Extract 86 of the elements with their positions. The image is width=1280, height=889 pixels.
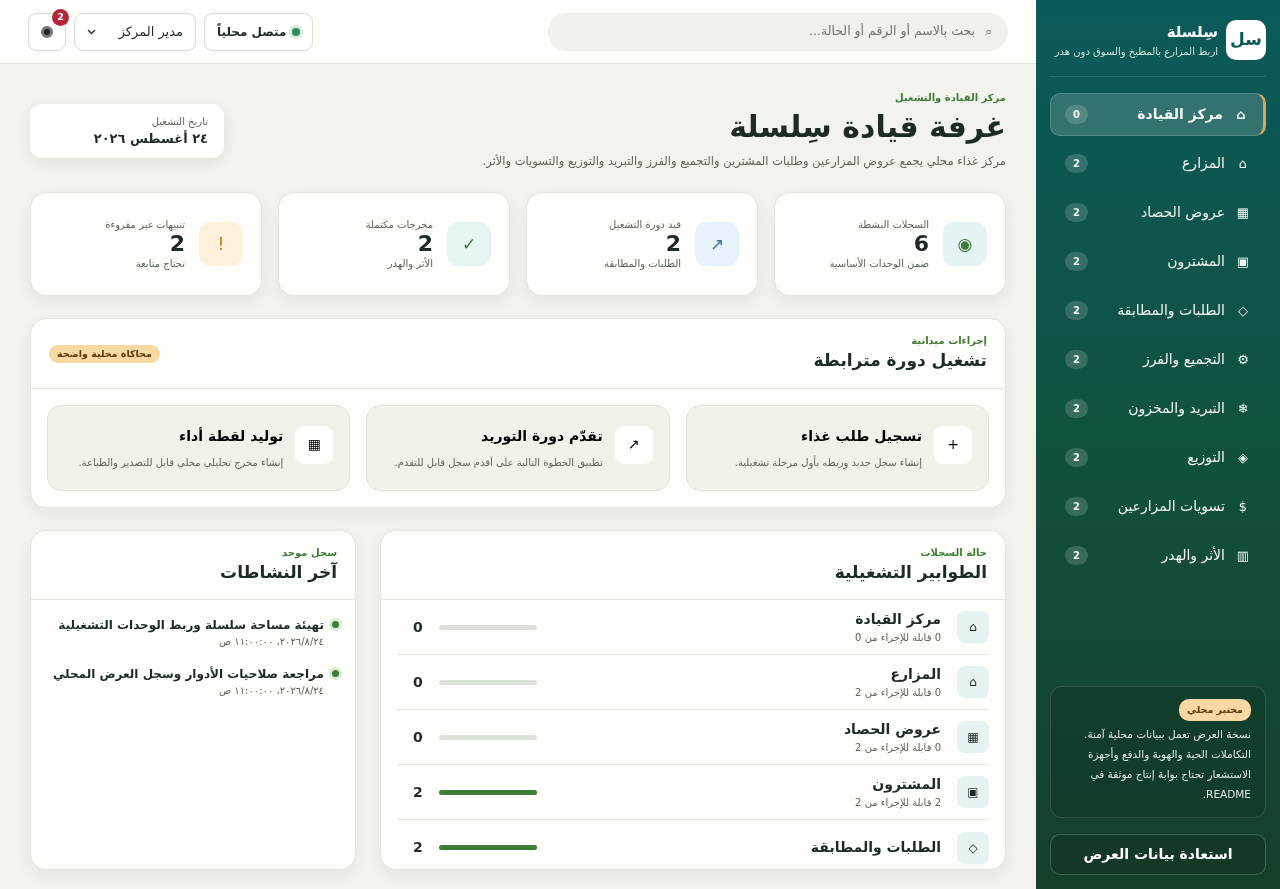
count-badge: 2: [1065, 399, 1088, 418]
queue-title: المشترون: [871, 775, 941, 795]
queue-caption: 0 قابلة للإجراء من 2: [854, 686, 941, 701]
date-label: تاريخ التشغيل: [150, 114, 208, 129]
timeline-dot: [332, 621, 339, 629]
queue-icon: ▣: [957, 776, 989, 809]
action-text: إنشاء سجل جديد وربطه بأول مرحلة تشغيلية.: [734, 454, 922, 470]
lab-badge: مختبر محلي: [1179, 699, 1251, 722]
action-text: إنشاء مخرج تحليلي محلي قابل للتصدير والطباعة.: [78, 455, 284, 470]
stat-caption: الأثر والهدر: [386, 256, 433, 272]
brand-name: سِلسلة: [1165, 22, 1218, 44]
count-badge: 2: [1065, 350, 1088, 369]
queue-icon: ⌂: [957, 611, 989, 644]
stat-caption: ضمن الوحدات الأساسية: [829, 256, 929, 272]
queue-icon: ⌂: [957, 666, 989, 699]
tagline: اربط المزارع بالمطبخ والسوق دون هدر: [1054, 44, 1218, 59]
queue-title: مركز القيادة: [854, 610, 941, 630]
stat-icon: ◉: [943, 222, 987, 267]
action-text: تطبيق الخطوة التالية على أقدم سجل قابل للتقدم.: [394, 455, 603, 470]
caret-icon: [87, 28, 96, 35]
panel-title: الطوابير التشغيلية: [833, 560, 987, 585]
eyebrow: إجراءات ميدانية: [910, 334, 987, 349]
stat-value: 6: [912, 232, 929, 257]
action-card[interactable]: ↗ تقدّم دورة التوريد تطبيق الخطوة التالية على أقدم سجل قابل للتقدم.: [366, 404, 670, 491]
count-badge: 2: [1065, 301, 1088, 320]
search-icon: ⌕: [985, 21, 992, 42]
notification-button[interactable]: 2: [28, 12, 66, 51]
queue-caption: 0 قابلة للإجراء من 0: [854, 631, 941, 646]
search-field[interactable]: ⌕ بحث بالاسم أو الرقم أو الحالة...: [548, 12, 1008, 51]
queue-icon: ▦: [957, 721, 989, 754]
queue-count: 0: [413, 617, 423, 637]
notification-count: 2: [52, 8, 69, 26]
search-input[interactable]: بحث بالاسم أو الرقم أو الحالة...: [564, 21, 977, 42]
restore-button[interactable]: استعادة بيانات العرض: [1050, 834, 1266, 875]
stat-label: مخرجات مكتملة: [365, 218, 433, 233]
queue-title: الطلبات والمطابقة: [809, 838, 941, 858]
action-title: تقدّم دورة التوريد: [480, 426, 603, 447]
stat-value: 2: [168, 232, 185, 257]
stat-icon: ✓: [447, 222, 491, 267]
queue-caption: 2 قابلة للإجراء من 2: [854, 796, 941, 811]
panel-title: تشغيل دورة مترابطة: [813, 349, 987, 373]
simulation-badge: محاكاة محلية واضحة: [49, 344, 160, 363]
activity-text: مراجعة صلاحيات الأدوار وسجل العرض المحلي: [52, 665, 324, 684]
info-text: نسخة العرض تعمل ببيانات محلية آمنة. التكاملات الحية والهوية والدفع وأجهزة الاستشعار تحتاج بوابة إنتاج موثقة في README.: [1083, 727, 1251, 803]
stat-icon: !: [199, 222, 243, 267]
queue-count: 0: [413, 727, 423, 747]
count-badge: 2: [1065, 252, 1088, 271]
activity-text: تهيئة مساحة سلسلة وربط الوحدات التشغيلية: [58, 617, 324, 635]
queue-title: المزارع: [889, 665, 941, 685]
stat-caption: الطلبات والمطابقة: [604, 257, 681, 272]
count-badge: 2: [1065, 497, 1088, 516]
stat-label: تنبيهات غير مقروءة: [105, 218, 185, 233]
count-badge: 0: [1065, 105, 1088, 124]
queue-count: 2: [413, 838, 423, 858]
queue-count: 2: [413, 782, 423, 802]
eyebrow: سجل موحد: [281, 545, 337, 560]
activity-time: ٢٠٢٦/٨/٢٤، ١١:٠٠:٠٠ ص: [218, 635, 324, 650]
queue-caption: 0 قابلة للإجراء من 2: [854, 741, 941, 756]
action-title: تسجيل طلب غذاء: [800, 426, 922, 446]
eyebrow: حالة السجلات: [919, 545, 987, 560]
eyebrow: مركز القيادة والتشغيل: [894, 91, 1006, 105]
page-subtitle: مركز غذاء محلي يجمع عروض المزارعين وطلبات المشترين والتجميع والفرز والتبريد والتوزيع والتسويات والأثر.: [482, 153, 1006, 171]
queue-count: 0: [413, 672, 423, 692]
role-select[interactable]: مدير المركز: [74, 12, 196, 51]
queue-title: عروض الحصاد: [842, 720, 941, 740]
queue-icon: ◇: [957, 831, 989, 864]
logo: سل: [1226, 20, 1266, 60]
stat-icon: ↗: [695, 222, 739, 267]
stat-caption: تحتاج متابعة: [134, 257, 185, 272]
stat-value: 2: [664, 232, 681, 257]
stat-label: قيد دورة التشغيل: [608, 218, 681, 233]
timeline-dot: [332, 670, 339, 678]
panel-title: آخر النشاطات: [219, 560, 337, 585]
activity-time: ٢٠٢٦/٨/٢٤، ١١:٠٠:٠٠ ص: [218, 684, 324, 699]
action-card[interactable]: + تسجيل طلب غذاء إنشاء سجل جديد وربطه بأول مرحلة تشغيلية.: [685, 404, 989, 491]
action-title: توليد لقطة أداء: [178, 426, 284, 447]
status-chip: متصل محلياً: [204, 12, 314, 51]
count-badge: 2: [1065, 448, 1088, 467]
page-title: غرفة قيادة سِلسلة: [728, 109, 1006, 145]
count-badge: 2: [1065, 546, 1088, 565]
count-badge: 2: [1065, 154, 1088, 173]
stat-value: 2: [416, 232, 433, 257]
count-badge: 2: [1065, 203, 1088, 222]
stat-label: السجلات النشطة: [856, 218, 929, 233]
action-card[interactable]: ▦ توليد لقطة أداء إنشاء مخرج تحليلي محلي قابل للتصدير والطباعة.: [47, 404, 351, 491]
date-value: ٢٤ أغسطس ٢٠٢٦: [92, 129, 208, 148]
